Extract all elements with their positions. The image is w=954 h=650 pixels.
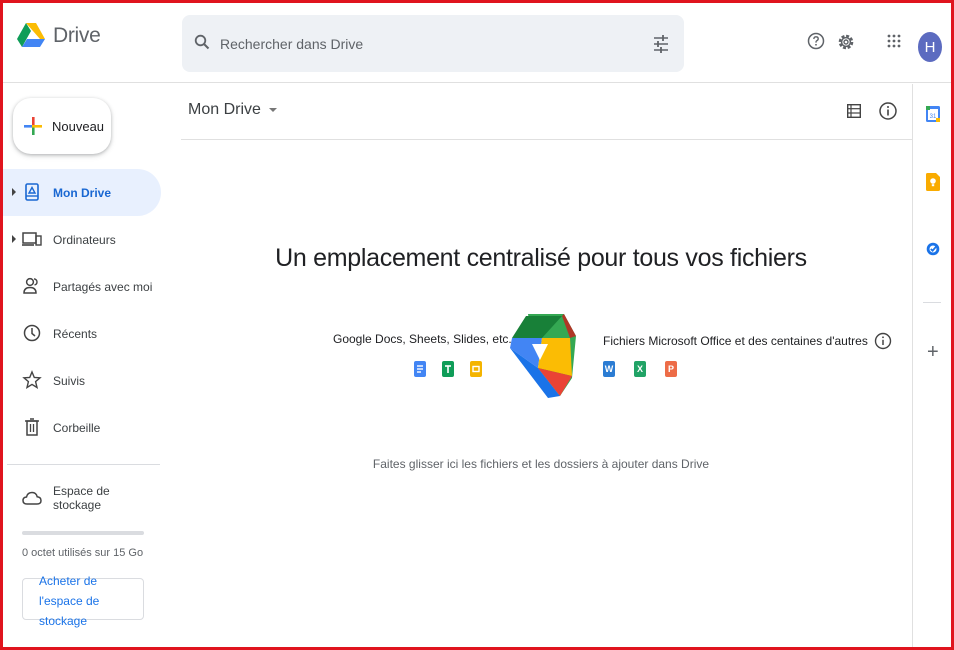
storage-usage-text: 0 octet utilisés sur 15 Go bbox=[22, 547, 144, 559]
google-docs-icon bbox=[414, 361, 426, 377]
computers-icon bbox=[22, 232, 42, 246]
powerpoint-icon: P bbox=[665, 361, 677, 377]
sidebar-item-computers[interactable]: Ordinateurs bbox=[3, 216, 161, 263]
calendar-icon[interactable]: 31 bbox=[926, 106, 940, 122]
buy-storage-label: Acheter de l'espace de stockage bbox=[39, 574, 100, 628]
plus-icon bbox=[24, 117, 42, 135]
drive-hero-illustration bbox=[510, 314, 576, 398]
star-icon bbox=[22, 370, 42, 389]
word-icon: W bbox=[603, 361, 615, 377]
trash-icon bbox=[25, 418, 39, 436]
empty-state-title: Un emplacement centralisé pour tous vos … bbox=[275, 244, 807, 272]
breadcrumb[interactable]: Mon Drive bbox=[188, 101, 277, 119]
sidebar-item-starred[interactable]: Suivis bbox=[3, 357, 161, 404]
expand-caret-icon[interactable] bbox=[12, 188, 16, 196]
search-input[interactable] bbox=[220, 31, 620, 57]
expand-caret-icon[interactable] bbox=[12, 235, 16, 243]
content-toolbar: Mon Drive bbox=[181, 84, 912, 140]
settings-gear-icon[interactable] bbox=[836, 32, 856, 52]
shared-icon bbox=[23, 277, 38, 294]
svg-text:31: 31 bbox=[930, 114, 937, 120]
sidebar-divider bbox=[7, 464, 160, 465]
search-icon[interactable] bbox=[194, 34, 210, 50]
info-icon[interactable] bbox=[878, 101, 898, 121]
office-formats-text: Fichiers Microsoft Office et des centain… bbox=[603, 334, 868, 348]
google-sheets-icon bbox=[442, 361, 454, 377]
google-formats-caption: Google Docs, Sheets, Slides, etc. bbox=[333, 332, 512, 346]
sidebar-item-label: Suivis bbox=[53, 373, 86, 388]
side-panel-divider bbox=[923, 302, 941, 303]
side-panel: 31 + bbox=[912, 84, 951, 647]
sidebar-item-label: Ordinateurs bbox=[53, 232, 116, 247]
drive-logo[interactable]: Drive bbox=[17, 23, 101, 48]
cloud-icon bbox=[22, 491, 42, 505]
new-button[interactable]: Nouveau bbox=[13, 98, 111, 154]
sidebar-item-label: Mon Drive bbox=[53, 185, 112, 200]
office-formats-caption: Fichiers Microsoft Office et des centain… bbox=[603, 332, 892, 350]
buy-storage-button[interactable]: Acheter de l'espace de stockage bbox=[22, 574, 144, 628]
list-view-icon[interactable] bbox=[847, 104, 861, 118]
google-slides-icon bbox=[470, 361, 482, 377]
chevron-down-icon bbox=[268, 108, 277, 112]
sidebar-item-label: Partagés avec moi bbox=[53, 279, 153, 294]
sidebar-item-label: Récents bbox=[53, 326, 98, 341]
search-options-icon[interactable] bbox=[653, 35, 669, 53]
app-name: Drive bbox=[53, 23, 101, 47]
my-drive-icon bbox=[25, 183, 39, 201]
sidebar-item-trash[interactable]: Corbeille bbox=[3, 404, 161, 451]
sidebar-item-storage[interactable]: Espace de stockage bbox=[3, 476, 161, 519]
account-avatar[interactable]: H bbox=[918, 32, 942, 62]
sidebar-nav: Mon Drive Ordinateurs Partagés avec moi bbox=[3, 169, 161, 451]
storage-label: Espace de stockage bbox=[53, 483, 110, 512]
google-app-icons bbox=[414, 361, 482, 377]
drive-logo-icon bbox=[17, 23, 45, 47]
storage-progress-bar bbox=[22, 531, 144, 535]
sidebar-item-my-drive[interactable]: Mon Drive bbox=[3, 169, 161, 216]
sidebar-item-recent[interactable]: Récents bbox=[3, 310, 161, 357]
main-content: Mon Drive Un emplacement centralisé pour… bbox=[181, 84, 912, 647]
keep-icon[interactable] bbox=[926, 173, 940, 191]
sidebar: Nouveau Mon Drive Ordinateurs Partagés a… bbox=[3, 84, 161, 647]
sidebar-item-shared[interactable]: Partagés avec moi bbox=[3, 263, 161, 310]
top-bar: Drive H bbox=[3, 3, 951, 83]
sidebar-item-label: Corbeille bbox=[53, 420, 101, 435]
drop-hint-text: Faites glisser ici les fichiers et les d… bbox=[372, 457, 710, 471]
help-icon[interactable] bbox=[807, 32, 825, 50]
add-addon-icon[interactable]: + bbox=[927, 342, 939, 362]
new-button-label: Nouveau bbox=[52, 118, 105, 134]
info-icon[interactable] bbox=[874, 332, 892, 350]
office-app-icons: W X P bbox=[603, 361, 677, 377]
excel-icon: X bbox=[634, 361, 646, 377]
breadcrumb-title: Mon Drive bbox=[188, 101, 261, 118]
search-bar[interactable] bbox=[182, 15, 684, 72]
apps-grid-icon[interactable] bbox=[887, 34, 901, 48]
tasks-icon[interactable] bbox=[926, 242, 940, 256]
clock-icon bbox=[23, 324, 41, 342]
